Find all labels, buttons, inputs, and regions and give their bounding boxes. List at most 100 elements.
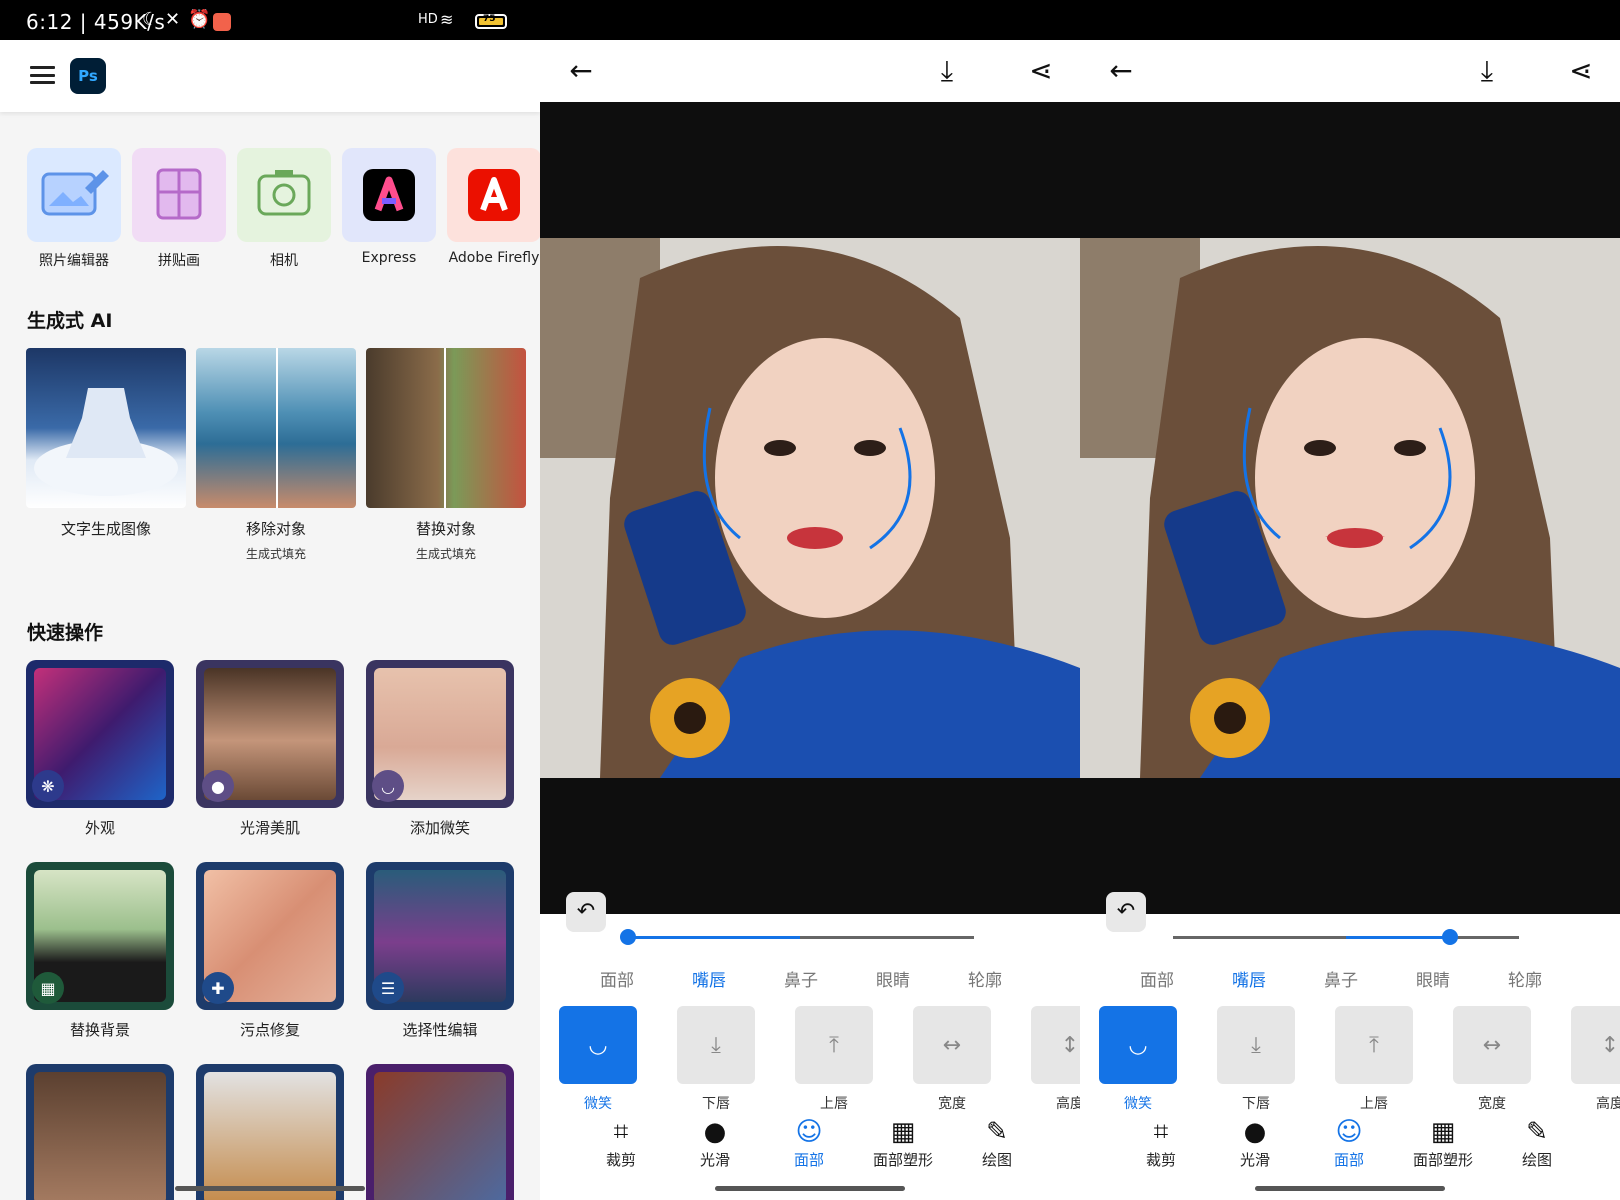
- tab-contour[interactable]: 轮廓: [968, 966, 1002, 991]
- notification-icon: [213, 13, 231, 31]
- gen-ai-replace-object[interactable]: 替换对象 生成式填充: [366, 348, 526, 562]
- quick-more-2[interactable]: [196, 1064, 344, 1200]
- home-indicator: [715, 1186, 905, 1191]
- face-icon: ☺: [1335, 1117, 1363, 1147]
- face-icon: ☺: [795, 1117, 823, 1147]
- nav-crop[interactable]: ⌗ 裁剪: [576, 1116, 666, 1170]
- undo-icon[interactable]: ↶: [566, 892, 606, 932]
- nav-face-reshape[interactable]: ▦ 面部塑形: [858, 1116, 948, 1170]
- battery-icon: 75: [475, 14, 507, 29]
- quick-spot-heal[interactable]: ✚ 污点修复: [196, 862, 344, 1040]
- tool-upper-lip[interactable]: ⤒ 上唇: [794, 1006, 874, 1113]
- nav-smooth[interactable]: ● 光滑: [1210, 1116, 1300, 1170]
- smooth-skin-icon: ●: [202, 770, 234, 802]
- home-screen: Ps 照片编辑器 拼贴画 相机 Express Adobe Firefly 生成…: [0, 40, 540, 1200]
- home-top-bar: Ps: [0, 40, 540, 112]
- menu-icon[interactable]: [30, 66, 55, 84]
- nav-draw[interactable]: ✎ 绘图: [952, 1116, 1042, 1170]
- back-arrow-icon[interactable]: ←: [564, 54, 598, 88]
- replace-object-thumbnail: [366, 348, 526, 508]
- tool-smile[interactable]: ◡ 微笑: [1098, 1006, 1178, 1113]
- editor-bottom-nav: ⌗ 裁剪 ● 光滑 ☺ 面部 ▦ 面部塑形 ✎ 绘图: [1080, 1116, 1620, 1186]
- tab-nose[interactable]: 鼻子: [1324, 966, 1358, 991]
- smile-icon: ◡: [1099, 1006, 1177, 1084]
- tab-face[interactable]: 面部: [1140, 966, 1174, 991]
- portrait-photo: [1080, 238, 1620, 778]
- app-camera[interactable]: 相机: [236, 148, 332, 270]
- slider-knob[interactable]: [1442, 929, 1458, 945]
- quick-smooth-skin[interactable]: ● 光滑美肌: [196, 660, 344, 838]
- battery-level: 75: [483, 14, 496, 24]
- quick-replace-background[interactable]: ▦ 替换背景: [26, 862, 174, 1040]
- tool-lower-lip[interactable]: ⤓ 下唇: [1216, 1006, 1296, 1113]
- editor-top-bar: ← ⤓ ⋖: [1080, 40, 1620, 102]
- lip-tools: ◡ 微笑 ⤓ 下唇 ⤒ 上唇 ↔ 宽度 ↕ 高度: [1080, 1006, 1620, 1116]
- tool-width[interactable]: ↔ 宽度: [912, 1006, 992, 1113]
- app-express[interactable]: Express: [341, 148, 437, 266]
- alarm-icon: ⏰: [188, 9, 211, 30]
- share-icon[interactable]: ⋖: [1024, 54, 1058, 88]
- undo-icon[interactable]: ↶: [1106, 892, 1146, 932]
- quick-looks[interactable]: ❋ 外观: [26, 660, 174, 838]
- gen-ai-remove-object[interactable]: 移除对象 生成式填充: [196, 348, 356, 562]
- lip-tools: ◡ 微笑 ⤓ 下唇 ⤒ 上唇 ↔ 宽度 ↕ 高度: [540, 1006, 1080, 1116]
- app-firefly[interactable]: Adobe Firefly: [446, 148, 540, 266]
- sliders-icon: ☰: [372, 972, 404, 1004]
- tool-height[interactable]: ↕ 高度: [1570, 1006, 1620, 1113]
- tool-height[interactable]: ↕ 高度: [1030, 1006, 1080, 1113]
- nav-face[interactable]: ☺ 面部: [764, 1116, 854, 1170]
- tool-width[interactable]: ↔ 宽度: [1452, 1006, 1532, 1113]
- editor-top-bar: ← ⤓ ⋖: [540, 40, 1080, 102]
- drop-icon: ●: [1243, 1117, 1267, 1147]
- nav-draw[interactable]: ✎ 绘图: [1492, 1116, 1582, 1170]
- nav-crop[interactable]: ⌗ 裁剪: [1116, 1116, 1206, 1170]
- nav-face[interactable]: ☺ 面部: [1304, 1116, 1394, 1170]
- grid-icon: ▦: [890, 1117, 916, 1147]
- collage-icon: [132, 148, 226, 242]
- tab-eyes[interactable]: 眼睛: [1416, 966, 1450, 991]
- moon-icon: ☾: [142, 9, 159, 30]
- home-indicator: [1255, 1186, 1445, 1191]
- tool-upper-lip[interactable]: ⤒ 上唇: [1334, 1006, 1414, 1113]
- brush-icon: ✎: [1526, 1117, 1548, 1147]
- download-icon[interactable]: ⤓: [930, 54, 964, 88]
- nav-smooth[interactable]: ● 光滑: [670, 1116, 760, 1170]
- home-indicator: [175, 1186, 365, 1191]
- tool-lower-lip[interactable]: ⤓ 下唇: [676, 1006, 756, 1113]
- nav-face-reshape[interactable]: ▦ 面部塑形: [1398, 1116, 1488, 1170]
- brush-icon: ✎: [986, 1117, 1008, 1147]
- back-arrow-icon[interactable]: ←: [1104, 54, 1138, 88]
- network-label: HD: [418, 12, 438, 27]
- editor-bottom-nav: ⌗ 裁剪 ● 光滑 ☺ 面部 ▦ 面部塑形 ✎ 绘图: [540, 1116, 1080, 1186]
- app-photo-editor[interactable]: 照片编辑器: [26, 148, 122, 270]
- quick-selective-edit[interactable]: ☰ 选择性编辑: [366, 862, 514, 1040]
- status-bar: 6:12 | 459K/s ☾ ✕ ⏰ HD ≋ 75: [0, 0, 1620, 40]
- quick-more-3[interactable]: [366, 1064, 514, 1200]
- tool-smile[interactable]: ◡ 微笑: [558, 1006, 638, 1113]
- tab-lips[interactable]: 嘴唇: [692, 966, 726, 991]
- gen-ai-title: 生成式 AI: [27, 310, 113, 332]
- quick-add-smile[interactable]: ◡ 添加微笑: [366, 660, 514, 838]
- portrait-photo: [540, 238, 1080, 778]
- wifi-icon: ≋: [440, 10, 454, 29]
- quick-more-1[interactable]: [26, 1064, 174, 1200]
- slider-knob[interactable]: [620, 929, 636, 945]
- quick-actions-title: 快速操作: [27, 622, 104, 644]
- intensity-slider[interactable]: [1173, 929, 1519, 945]
- share-icon[interactable]: ⋖: [1564, 54, 1598, 88]
- intensity-slider[interactable]: [620, 929, 974, 945]
- tab-eyes[interactable]: 眼睛: [876, 966, 910, 991]
- editor-canvas[interactable]: ↶: [1080, 102, 1620, 932]
- download-icon[interactable]: ⤓: [1470, 54, 1504, 88]
- tab-lips[interactable]: 嘴唇: [1232, 966, 1266, 991]
- gen-ai-text-to-image[interactable]: 文字生成图像: [26, 348, 186, 539]
- tab-contour[interactable]: 轮廓: [1508, 966, 1542, 991]
- editor-canvas[interactable]: ↶: [540, 102, 1080, 932]
- tab-face[interactable]: 面部: [600, 966, 634, 991]
- text-to-image-thumbnail: [26, 348, 186, 508]
- background-icon: ▦: [32, 972, 64, 1004]
- ps-logo: Ps: [70, 58, 106, 94]
- app-collage[interactable]: 拼贴画: [131, 148, 227, 270]
- editor-panel-2: ← ⤓ ⋖ ↶ 面部 嘴唇 鼻子 眼睛 轮廓 ◡ 微笑 ⤓ 下唇 ⤒ 上唇 ↔ …: [1080, 40, 1620, 1200]
- tab-nose[interactable]: 鼻子: [784, 966, 818, 991]
